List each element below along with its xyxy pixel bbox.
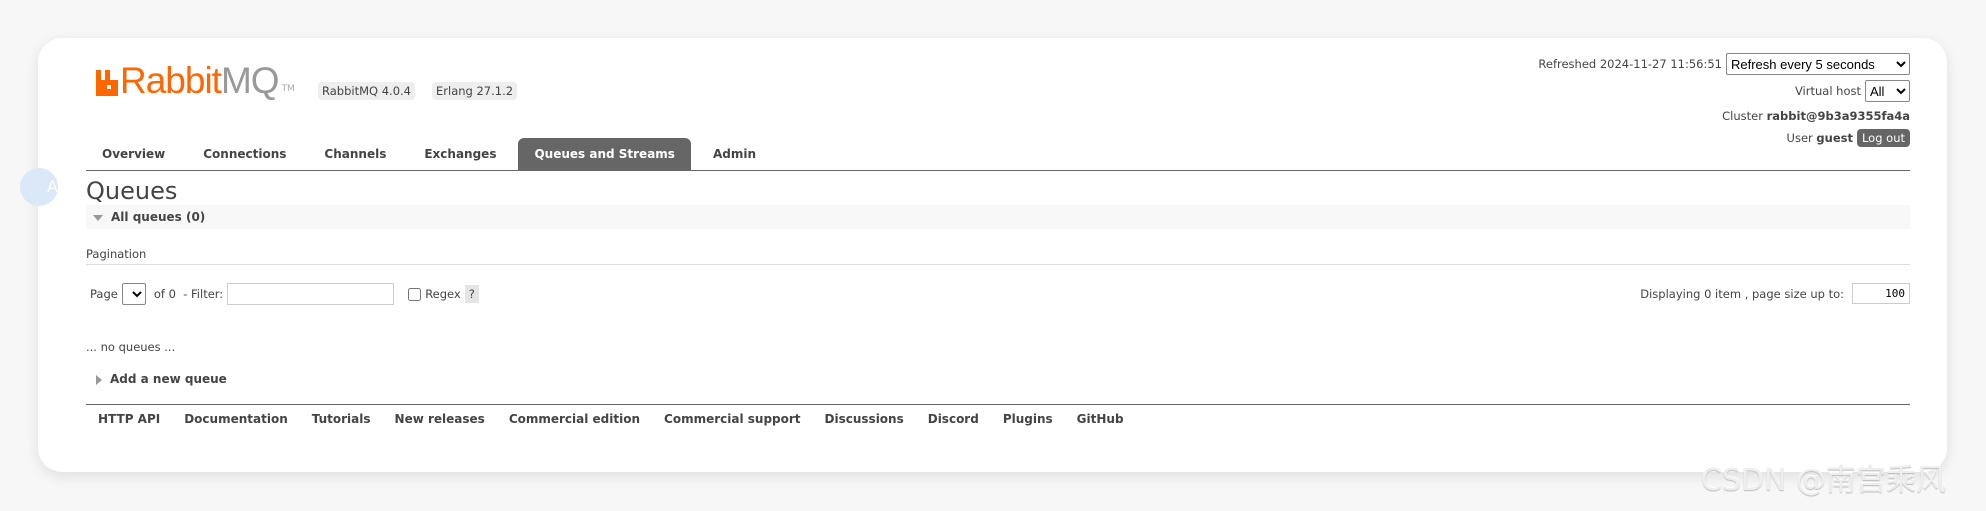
all-queues-section-toggle[interactable]: All queues (0): [86, 205, 1910, 229]
footer-link-plugins[interactable]: Plugins: [1003, 412, 1053, 426]
add-queue-label: Add a new queue: [110, 372, 227, 386]
page-label: Page: [90, 287, 118, 301]
regex-help-button[interactable]: ?: [464, 285, 479, 303]
page-count: of 0: [153, 287, 176, 301]
footer-link-tutorials[interactable]: Tutorials: [312, 412, 371, 426]
footer-link-discussions[interactable]: Discussions: [825, 412, 904, 426]
erlang-badge: Erlang 27.1.2: [432, 82, 518, 100]
page-title: Queues: [86, 177, 178, 205]
tab-queues-and-streams[interactable]: Queues and Streams: [518, 138, 691, 170]
rabbit-logo-icon: [96, 70, 118, 96]
footer-link-discord[interactable]: Discord: [928, 412, 979, 426]
collapse-triangle-icon: [93, 214, 103, 221]
translate-avatar[interactable]: A: [20, 168, 58, 206]
empty-message: ... no queues ...: [86, 340, 176, 354]
tab-overview[interactable]: Overview: [86, 138, 181, 170]
footer-link-documentation[interactable]: Documentation: [184, 412, 288, 426]
rabbitmq-logo[interactable]: Rabbit MQ TM: [96, 60, 295, 101]
footer-link-commercial-edition[interactable]: Commercial edition: [509, 412, 640, 426]
tab-admin[interactable]: Admin: [697, 138, 772, 170]
regex-label: Regex: [425, 287, 461, 301]
refreshed-label: Refreshed 2024-11-27 11:56:51: [1538, 57, 1722, 71]
logo-tm: TM: [281, 84, 295, 94]
filter-input[interactable]: [227, 283, 395, 305]
footer-link-commercial-support[interactable]: Commercial support: [664, 412, 801, 426]
vhost-label: Virtual host: [1794, 84, 1861, 98]
footer-link-http-api[interactable]: HTTP API: [98, 412, 160, 426]
pagination-label: Pagination: [86, 247, 147, 261]
pagination-controls: Page of 0 - Filter: Regex ?: [90, 283, 479, 305]
footer-link-github[interactable]: GitHub: [1077, 412, 1124, 426]
filter-label: - Filter:: [183, 287, 224, 301]
footer-divider: [86, 404, 1910, 405]
logo-text-rabbit: Rabbit: [120, 60, 222, 101]
regex-checkbox[interactable]: [408, 287, 422, 301]
cluster-label: Cluster: [1722, 109, 1763, 123]
tab-exchanges[interactable]: Exchanges: [408, 138, 512, 170]
main-nav-tabs: Overview Connections Channels Exchanges …: [86, 138, 1910, 171]
add-queue-toggle[interactable]: Add a new queue: [86, 370, 227, 388]
header-status: Refreshed 2024-11-27 11:56:51 Refresh ev…: [1538, 53, 1910, 151]
expand-triangle-icon: [96, 374, 102, 385]
display-count-label: Displaying 0 item , page size up to:: [1640, 286, 1844, 301]
footer-link-new-releases[interactable]: New releases: [395, 412, 485, 426]
divider: [86, 264, 1910, 265]
refresh-interval-select[interactable]: Refresh every 5 seconds: [1726, 53, 1910, 75]
section-title: All queues (0): [111, 210, 206, 224]
vhost-select[interactable]: All: [1865, 80, 1910, 102]
cluster-name: rabbit@9b3a9355fa4a: [1766, 109, 1910, 123]
tab-connections[interactable]: Connections: [187, 138, 302, 170]
footer-links: HTTP API Documentation Tutorials New rel…: [98, 412, 1148, 426]
avatar-text: A: [47, 177, 58, 196]
version-badge: RabbitMQ 4.0.4: [318, 82, 415, 100]
tab-channels[interactable]: Channels: [308, 138, 402, 170]
logo-text-mq: MQ: [220, 60, 280, 101]
page-size-controls: Displaying 0 item , page size up to:: [1640, 283, 1910, 304]
page-select[interactable]: [121, 283, 146, 305]
page-size-input[interactable]: [1852, 283, 1910, 304]
watermark: CSDN @南宫乘风: [1700, 463, 1946, 498]
